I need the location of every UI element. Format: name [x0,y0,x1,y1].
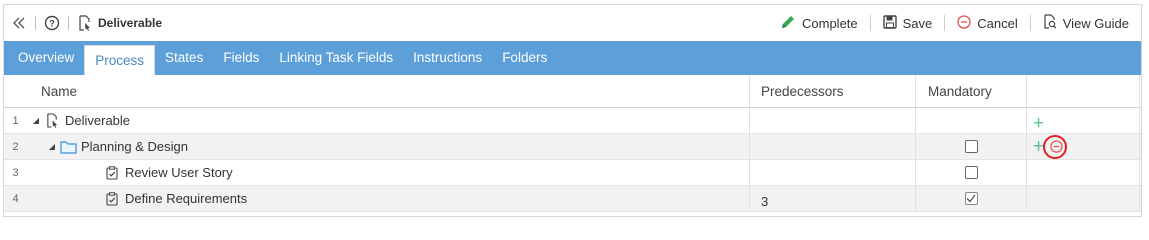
actions-cell [1027,186,1140,211]
predecessors-cell[interactable] [750,160,916,185]
column-header-actions [1027,75,1140,107]
mandatory-checkbox[interactable] [964,140,978,153]
mandatory-cell [916,186,1027,211]
column-header-predecessors[interactable]: Predecessors [750,75,916,107]
view-guide-icon [1043,14,1057,32]
toolbar-divider [35,16,36,30]
name-cell[interactable]: ◢ Planning & Design [27,134,750,159]
actions-cell [1027,160,1140,185]
checkmark-icon [966,194,976,203]
toolbar-left: ? Deliverable [4,5,162,41]
column-header-mandatory[interactable]: Mandatory [916,75,1027,107]
table-row[interactable]: 4 Define Requirements 3 [4,186,1141,212]
predecessors-cell[interactable] [750,134,916,159]
add-child-icon[interactable]: + [1033,114,1044,133]
grid-header: Name Predecessors Mandatory [4,75,1141,108]
mandatory-cell [916,160,1027,185]
deliverable-editor: ? Deliverable Complete Save Cancel View … [3,4,1142,217]
toolbar-divider [68,16,69,30]
cancel-button[interactable]: Cancel [955,14,1019,32]
tab-fields[interactable]: Fields [213,41,269,75]
node-label: Review User Story [125,165,233,180]
mandatory-cell [916,108,1027,133]
mandatory-cell [916,134,1027,159]
row-number-header [4,75,27,107]
expand-arrow-icon[interactable]: ◢ [31,116,41,125]
toolbar: ? Deliverable Complete Save Cancel View … [4,5,1141,41]
remove-icon[interactable] [1050,140,1063,156]
folder-icon [59,138,77,156]
tab-overview[interactable]: Overview [8,41,84,75]
tab-instructions[interactable]: Instructions [403,41,492,75]
predecessors-cell[interactable]: 3 [750,186,916,211]
node-label: Define Requirements [125,191,248,206]
tab-states[interactable]: States [155,41,213,75]
name-cell[interactable]: Define Requirements [27,186,750,211]
svg-text:?: ? [49,19,55,29]
row-number: 3 [12,166,19,179]
view-guide-button[interactable]: View Guide [1041,14,1131,32]
name-cell[interactable]: Review User Story [27,160,750,185]
deliverable-icon [43,112,61,130]
node-label: Planning & Design [81,139,188,154]
column-header-name[interactable]: Name [27,75,750,107]
toolbar-divider [1029,15,1031,31]
collapse-icon[interactable] [10,14,28,32]
cancel-label: Cancel [977,15,1018,31]
mandatory-checkbox[interactable] [964,192,978,205]
tab-process[interactable]: Process [84,45,156,75]
row-number: 4 [12,192,19,205]
task-icon [103,190,121,208]
name-cell[interactable]: ◢ Deliverable [27,108,750,133]
node-label: Deliverable [65,113,131,128]
tab-bar: Overview Process States Fields Linking T… [4,41,1141,75]
help-icon[interactable]: ? [43,14,61,32]
save-label: Save [902,15,933,31]
tab-linking-task-fields[interactable]: Linking Task Fields [269,41,403,75]
process-grid: Name Predecessors Mandatory 1 ◢ Delivera… [4,75,1141,212]
actions-cell: + [1027,108,1140,133]
pencil-icon [780,14,796,33]
row-number: 2 [12,140,19,153]
toolbar-actions: Complete Save Cancel View Guide [778,5,1141,41]
cancel-icon [957,14,971,32]
view-guide-label: View Guide [1062,15,1129,31]
deliverable-icon [76,14,94,32]
table-row[interactable]: 1 ◢ Deliverable + [4,108,1141,134]
predecessors-cell[interactable] [750,108,916,133]
complete-label: Complete [802,15,858,31]
toolbar-divider [944,15,946,31]
save-button[interactable]: Save [881,14,935,32]
table-row[interactable]: 2 ◢ Planning & Design + [4,134,1141,160]
save-icon [882,14,897,32]
toolbar-divider [869,15,871,31]
expand-arrow-icon[interactable]: ◢ [47,142,57,151]
mandatory-checkbox[interactable] [964,166,978,179]
tab-folders[interactable]: Folders [492,41,557,75]
task-icon [103,164,121,182]
actions-cell: + [1027,134,1140,159]
table-row[interactable]: 3 Review User Story [4,160,1141,186]
row-number: 1 [12,114,19,127]
page-title: Deliverable [98,16,163,30]
complete-button[interactable]: Complete [778,14,860,33]
add-child-icon[interactable]: + [1033,137,1044,156]
